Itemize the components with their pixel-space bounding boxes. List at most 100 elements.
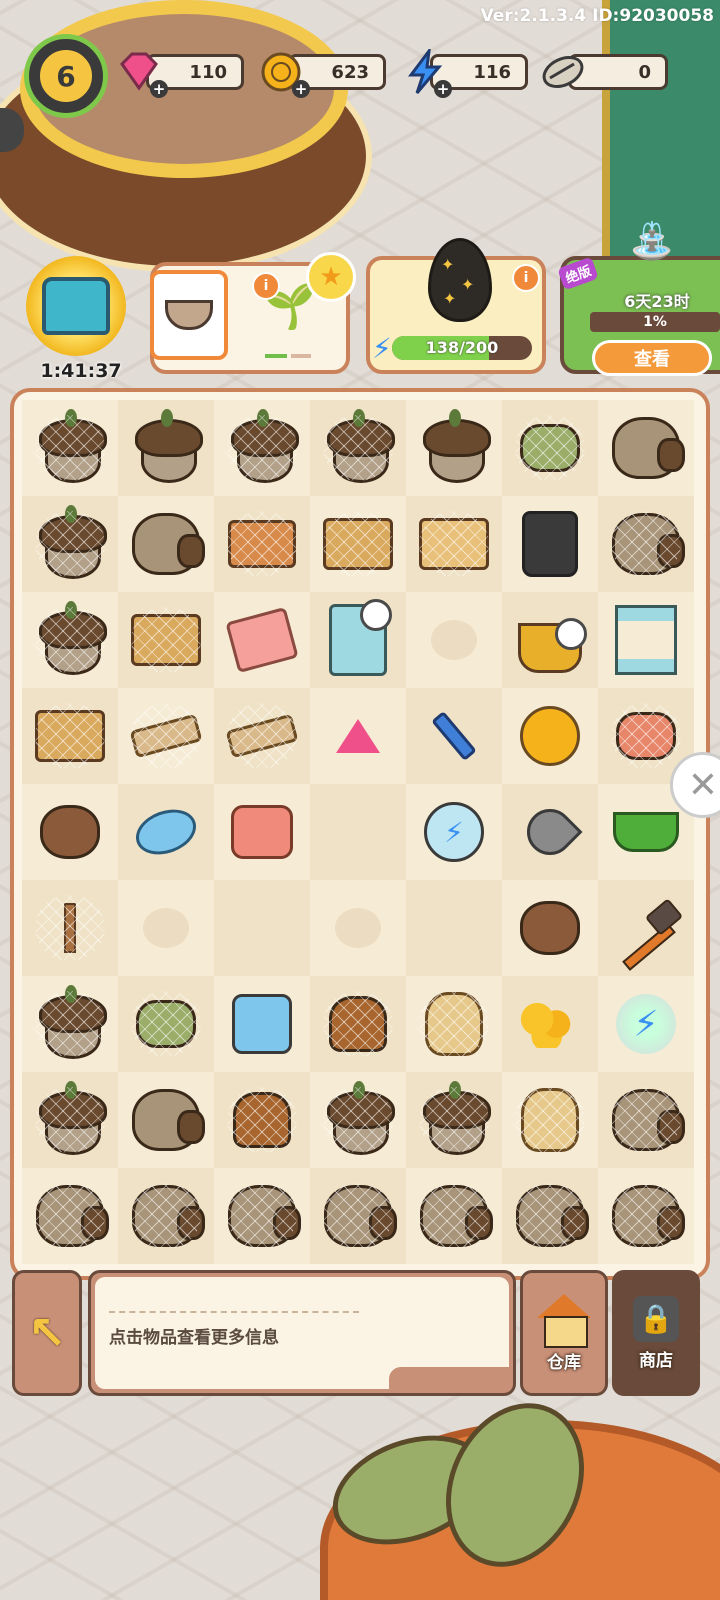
board-cell[interactable]: ⚡ [406,784,502,880]
acorn-item-cobwebbed[interactable] [35,985,107,1059]
board-cell[interactable] [310,400,406,496]
gloves-item[interactable] [35,799,105,865]
board-cell[interactable] [406,976,502,1072]
hammer-item[interactable] [611,895,684,971]
acorn-item-cobwebbed[interactable] [35,409,107,483]
board-cell[interactable] [118,784,214,880]
sack-item-cobwebbed[interactable] [611,1087,685,1153]
board-cell[interactable] [214,880,310,976]
sack-item[interactable] [131,1087,205,1153]
board-cell[interactable] [502,688,598,784]
order-item-tag[interactable] [150,270,228,360]
sapling-item-cobwebbed[interactable] [35,895,105,961]
board-cell[interactable] [310,496,406,592]
boots-item[interactable] [515,511,585,577]
board-cell[interactable] [214,1072,310,1168]
shelf-item[interactable] [611,605,681,675]
cabinet-timer-item[interactable] [323,599,393,676]
board-cell[interactable] [598,400,694,496]
board-cell[interactable] [22,592,118,688]
board-cell[interactable] [406,592,502,688]
coin-item[interactable] [515,703,585,769]
board-cell[interactable] [22,400,118,496]
board-cell[interactable] [310,1168,406,1264]
board-cell[interactable] [118,400,214,496]
board-cell[interactable] [502,1168,598,1264]
sack-item-cobwebbed[interactable] [419,1183,493,1249]
board-cell[interactable] [310,784,406,880]
board-cell[interactable] [214,784,310,880]
soap-item[interactable] [129,799,203,865]
treasure-chest-button[interactable] [26,256,126,356]
acorn-item-cobwebbed[interactable] [35,1081,107,1155]
box-item-cobwebbed[interactable] [35,703,105,769]
acorn-item[interactable] [419,409,491,483]
box-item-cobwebbed[interactable] [131,607,201,673]
board-cell[interactable] [502,1072,598,1168]
coin-pile-item[interactable] [515,991,585,1057]
warehouse-button[interactable]: 仓库 [520,1270,608,1396]
board-cell[interactable] [118,1072,214,1168]
sack-item-cobwebbed[interactable] [227,1183,301,1249]
board-cell[interactable] [22,1072,118,1168]
board-cell[interactable] [406,880,502,976]
add-energy-button[interactable]: + [434,80,452,98]
board-cell[interactable] [310,880,406,976]
acorn-item-cobwebbed[interactable] [323,1081,395,1155]
board-cell[interactable] [310,592,406,688]
board-cell[interactable] [310,688,406,784]
egg-info-button[interactable]: i [512,264,540,292]
sack-item-cobwebbed[interactable] [611,1183,685,1249]
rolls-item-cobwebbed[interactable] [131,991,201,1057]
energy-orb-item[interactable]: ⚡ [419,799,489,865]
pen-bag-timer-item[interactable] [515,607,587,673]
gem-bag-item[interactable] [227,991,297,1057]
board-cell[interactable] [22,688,118,784]
glowing-pen-bag-item[interactable]: ⚡ [611,991,681,1057]
board-cell[interactable] [502,400,598,496]
meat-item-cobwebbed[interactable] [611,703,681,769]
board-cell[interactable] [310,1072,406,1168]
vase-item-cobwebbed[interactable] [227,1087,297,1153]
acorn-item-cobwebbed[interactable] [35,505,107,579]
add-coins-button[interactable]: + [292,80,310,98]
towel-item[interactable] [225,606,299,674]
board-cell[interactable] [598,592,694,688]
board-cell[interactable] [598,1168,694,1264]
board-cell[interactable] [214,976,310,1072]
board-cell[interactable] [406,496,502,592]
sack-item-cobwebbed[interactable] [131,1183,205,1249]
board-cell[interactable] [406,1072,502,1168]
sack-item-cobwebbed[interactable] [515,1183,589,1249]
acorn-item-cobwebbed[interactable] [419,1081,491,1155]
toolbox-item-cobwebbed[interactable] [227,511,297,577]
board-cell[interactable] [214,592,310,688]
box-open-item-cobwebbed[interactable] [419,511,489,577]
board-cell[interactable] [502,592,598,688]
acorn-item-cobwebbed[interactable] [35,601,107,675]
board-cell[interactable] [22,1168,118,1264]
order-info-button[interactable]: i [252,272,280,300]
board-cell[interactable] [118,1168,214,1264]
board-cell[interactable] [598,880,694,976]
dustpan-item[interactable] [611,799,681,865]
board-cell[interactable] [214,1168,310,1264]
board-cell[interactable]: ⚡ [598,976,694,1072]
acorn-item-cobwebbed[interactable] [323,409,395,483]
board-cell[interactable] [502,880,598,976]
board-cell[interactable] [22,880,118,976]
sack-item-cobwebbed[interactable] [35,1183,109,1249]
sack-item-cobwebbed[interactable] [323,1183,397,1249]
acorn-item-cobwebbed[interactable] [227,409,299,483]
board-cell[interactable] [118,880,214,976]
board-cell[interactable] [214,400,310,496]
sack-item[interactable] [611,415,685,481]
sack-item[interactable] [131,511,205,577]
board-cell[interactable] [118,592,214,688]
board-cell[interactable] [406,1168,502,1264]
event-view-button[interactable]: 查看 [592,340,712,376]
board-cell[interactable] [598,496,694,592]
gloves-item[interactable] [515,895,585,961]
rolls-item-cobwebbed[interactable] [515,415,585,481]
board-cell[interactable] [598,1072,694,1168]
